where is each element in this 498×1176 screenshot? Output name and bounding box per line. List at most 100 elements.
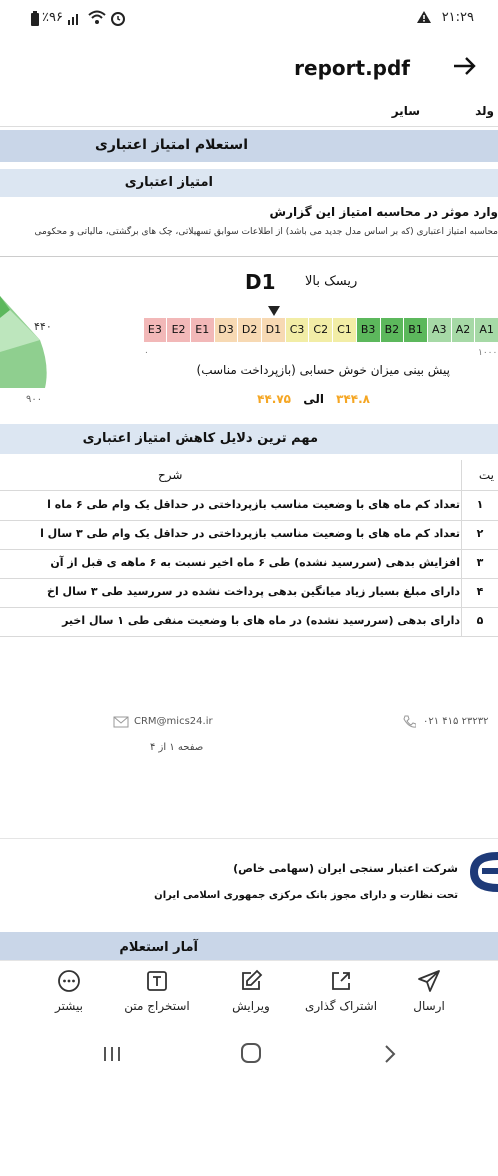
forecast-to-word: الی — [303, 392, 324, 406]
scale-cell-a1: A1 — [475, 318, 498, 342]
table-row: ۳افزایش بدهی (سررسید نشده) طی ۶ ماه اخیر… — [0, 549, 498, 579]
table-row: ۴دارای مبلغ بسیار زیاد میانگین بدهی پردا… — [0, 578, 498, 608]
status-bar: ۲۱:۲۹ ٪۹۶ — [0, 0, 498, 36]
text-extract-icon — [145, 969, 169, 993]
scale-cell-e3: E3 — [144, 318, 167, 342]
table-row: ۱تعداد کم ماه های با وضعیت مناسب بازپردا… — [0, 491, 498, 521]
scale-cell-c1: C1 — [333, 318, 356, 342]
table-row: ۵دارای بدهی (سررسید نشده) در ماه های با … — [0, 607, 498, 637]
scale-cell-c3: C3 — [286, 318, 309, 342]
battery-percent: ٪۹۶ — [42, 10, 63, 25]
recent-apps-icon[interactable] — [102, 1044, 122, 1064]
warning-icon — [416, 10, 432, 24]
top-row-left: سایر — [392, 104, 420, 118]
edit-button[interactable]: ویرایش — [206, 969, 296, 1013]
row-number: ۵ — [462, 614, 498, 627]
table-divider — [461, 549, 462, 578]
scale-cell-d3: D3 — [215, 318, 238, 342]
send-icon — [417, 969, 441, 993]
page-separator — [0, 838, 498, 839]
gauge-bottom-label: ۹۰۰ — [26, 394, 42, 405]
forecast-from: ۳۴۴.۸ — [336, 392, 370, 406]
company-subtitle: تحت نظارت و دارای مجوز بانک مرکزی جمهوری… — [154, 890, 458, 901]
share-icon — [329, 969, 353, 993]
footer-page-number: صفحه ۱ از ۴ — [150, 742, 203, 753]
reasons-table: ۱تعداد کم ماه های با وضعیت مناسب بازپردا… — [0, 491, 498, 641]
scale-max: ۱۰۰۰ — [478, 348, 497, 358]
section-header-credit-inquiry: استعلام امتیاز اعتباری — [0, 130, 498, 162]
scale-cell-a2: A2 — [452, 318, 475, 342]
more-label: بیشتر — [24, 999, 114, 1013]
table-divider — [461, 460, 462, 490]
share-button[interactable]: اشتراک گذاری — [296, 969, 386, 1013]
document-title: report.pdf — [294, 56, 410, 80]
footer-phone: ۰۲۱ ۴۱۵ ۲۳۲۳۲ — [423, 716, 488, 727]
section-title: استعلام امتیاز اعتباری — [95, 137, 248, 153]
table-row: ۲تعداد کم ماه های با وضعیت مناسب بازپردا… — [0, 520, 498, 550]
scale-cell-b3: B3 — [357, 318, 380, 342]
system-nav-bar — [0, 1030, 498, 1080]
table-header-num: یت — [479, 468, 494, 482]
alarm-icon — [110, 10, 126, 26]
share-label: اشتراک گذاری — [296, 999, 386, 1013]
app-bar: report.pdf — [0, 36, 498, 96]
section2-title: آمار استعلام — [119, 940, 198, 955]
section-header-reasons: مهم ترین دلایل کاهش امتیاز اعتباری — [0, 424, 498, 454]
section-subtitle: امتیاز اعتباری — [125, 175, 213, 190]
scale-cell-a3: A3 — [428, 318, 451, 342]
table-divider — [461, 578, 462, 607]
row-description: تعداد کم ماه های با وضعیت مناسب بازپرداخ… — [40, 527, 460, 540]
table-divider — [461, 607, 462, 636]
row-number: ۲ — [462, 527, 498, 540]
forecast-label: پیش بینی میزان خوش حسابی (بازپرداخت مناس… — [197, 363, 450, 377]
extract-text-button[interactable]: استخراج متن — [112, 969, 202, 1013]
send-button[interactable]: ارسال — [384, 969, 474, 1013]
wifi-icon — [88, 10, 106, 25]
more-button[interactable]: بیشتر — [24, 969, 114, 1013]
scale-cell-b1: B1 — [404, 318, 427, 342]
row-number: ۱ — [462, 498, 498, 511]
factors-description: محاسبه امتیاز اعتباری (که بر اساس مدل جد… — [35, 227, 498, 237]
company-name: شرکت اعتبار سنجی ایران (سهامی خاص) — [233, 862, 458, 875]
edit-icon — [239, 969, 263, 993]
credit-grade-scale: A1A2A3B1B2B3C1C2C3D1D2D3E1E2E3 — [142, 318, 498, 342]
company-logo-icon — [468, 852, 498, 892]
extract-text-label: استخراج متن — [112, 999, 202, 1013]
factors-title: وارد موثر در محاسبه امتیاز این گزارش — [270, 205, 498, 219]
top-row-right: ولد — [475, 104, 494, 118]
phone-icon — [402, 715, 416, 729]
email-icon — [113, 716, 129, 728]
scale-min: ۰ — [144, 348, 149, 358]
top-row: ولد سایر — [0, 96, 498, 127]
footer-email: CRM@mics24.ir — [134, 716, 213, 727]
table-divider — [461, 491, 462, 520]
more-icon — [57, 969, 81, 993]
risk-label: ریسک بالا — [305, 274, 357, 289]
reasons-title: مهم ترین دلایل کاهش امتیاز اعتباری — [83, 431, 318, 446]
score-gauge — [0, 296, 60, 396]
arrow-right-icon[interactable] — [452, 54, 478, 78]
row-number: ۳ — [462, 556, 498, 569]
grade-value: D1 — [245, 270, 276, 294]
back-nav-icon[interactable] — [382, 1044, 398, 1064]
forecast-to: ۴۴.۷۵ — [257, 392, 291, 406]
bottom-toolbar: ارسال اشتراک گذاری ویرایش استخراج متن بی… — [0, 960, 498, 1031]
divider — [0, 256, 498, 257]
section-subheader-credit-score: امتیاز اعتباری — [0, 169, 498, 197]
scale-cell-d2: D2 — [238, 318, 261, 342]
table-divider — [461, 520, 462, 549]
table-header: یت شرح — [0, 460, 498, 491]
scale-cell-b2: B2 — [381, 318, 404, 342]
home-icon[interactable] — [240, 1042, 262, 1064]
battery-icon — [30, 11, 40, 27]
send-label: ارسال — [384, 999, 474, 1013]
signal-icon — [68, 11, 82, 25]
row-description: دارای مبلغ بسیار زیاد میانگین بدهی پرداخ… — [47, 585, 460, 598]
table-header-desc: شرح — [158, 468, 182, 482]
row-description: تعداد کم ماه های با وضعیت مناسب بازپرداخ… — [47, 498, 460, 511]
gauge-number: ۴۴۰ — [34, 320, 52, 333]
row-description: افزایش بدهی (سررسید نشده) طی ۶ ماه اخیر … — [50, 556, 460, 569]
scale-cell-e2: E2 — [167, 318, 190, 342]
section-header-inquiry-stats: آمار استعلام — [0, 932, 498, 962]
scale-cell-d1: D1 — [262, 318, 285, 342]
